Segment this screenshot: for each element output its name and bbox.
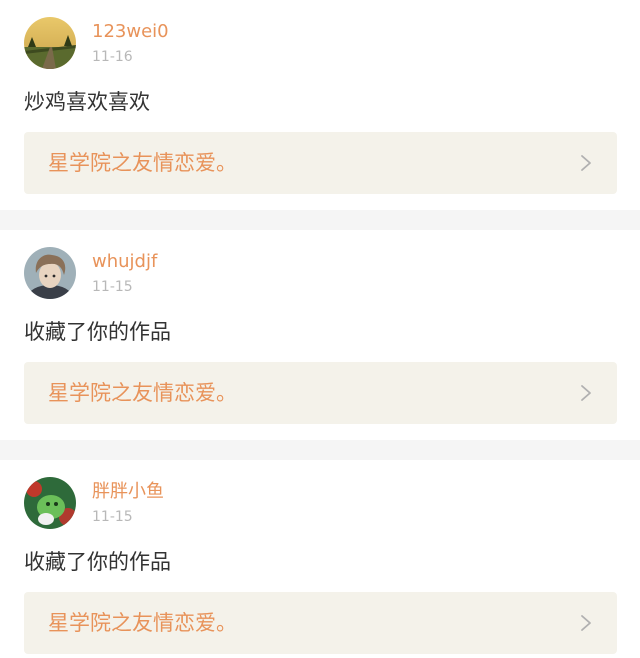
person-portrait-icon xyxy=(24,247,76,299)
username[interactable]: 123wei0 xyxy=(92,21,169,43)
notification-message: 炒鸡喜欢喜欢 xyxy=(24,90,150,114)
chevron-right-icon xyxy=(581,155,591,171)
notification-feed: 123wei0 11-16 炒鸡喜欢喜欢 星学院之友情恋爱。 whujdjf 1… xyxy=(0,0,640,658)
notification-card: 123wei0 11-16 炒鸡喜欢喜欢 星学院之友情恋爱。 xyxy=(0,0,640,210)
notification-header: 胖胖小鱼 11-15 xyxy=(24,477,164,529)
avatar[interactable] xyxy=(24,247,76,299)
work-title: 星学院之友情恋爱。 xyxy=(48,381,237,405)
work-title: 星学院之友情恋爱。 xyxy=(48,151,237,175)
timestamp: 11-15 xyxy=(92,279,133,295)
work-link-button[interactable]: 星学院之友情恋爱。 xyxy=(24,132,617,194)
notification-message: 收藏了你的作品 xyxy=(24,550,171,574)
avatar[interactable] xyxy=(24,17,76,69)
avatar[interactable] xyxy=(24,477,76,529)
work-title: 星学院之友情恋爱。 xyxy=(48,611,237,635)
timestamp: 11-15 xyxy=(92,509,133,525)
green-character-icon xyxy=(24,477,76,529)
notification-header: 123wei0 11-16 xyxy=(24,17,169,69)
divider xyxy=(0,440,640,460)
work-link-button[interactable]: 星学院之友情恋爱。 xyxy=(24,592,617,654)
notification-message: 收藏了你的作品 xyxy=(24,320,171,344)
work-link-button[interactable]: 星学院之友情恋爱。 xyxy=(24,362,617,424)
user-meta: 胖胖小鱼 11-15 xyxy=(92,477,164,526)
notification-card: whujdjf 11-15 收藏了你的作品 星学院之友情恋爱。 xyxy=(0,230,640,440)
username[interactable]: whujdjf xyxy=(92,251,157,273)
chevron-right-icon xyxy=(581,385,591,401)
notification-header: whujdjf 11-15 xyxy=(24,247,157,299)
chevron-right-icon xyxy=(581,615,591,631)
landscape-road-icon xyxy=(24,17,76,69)
user-meta: 123wei0 11-16 xyxy=(92,17,169,66)
timestamp: 11-16 xyxy=(92,49,133,65)
user-meta: whujdjf 11-15 xyxy=(92,247,157,296)
username[interactable]: 胖胖小鱼 xyxy=(92,481,164,503)
notification-card: 胖胖小鱼 11-15 收藏了你的作品 星学院之友情恋爱。 xyxy=(0,460,640,658)
divider xyxy=(0,210,640,230)
